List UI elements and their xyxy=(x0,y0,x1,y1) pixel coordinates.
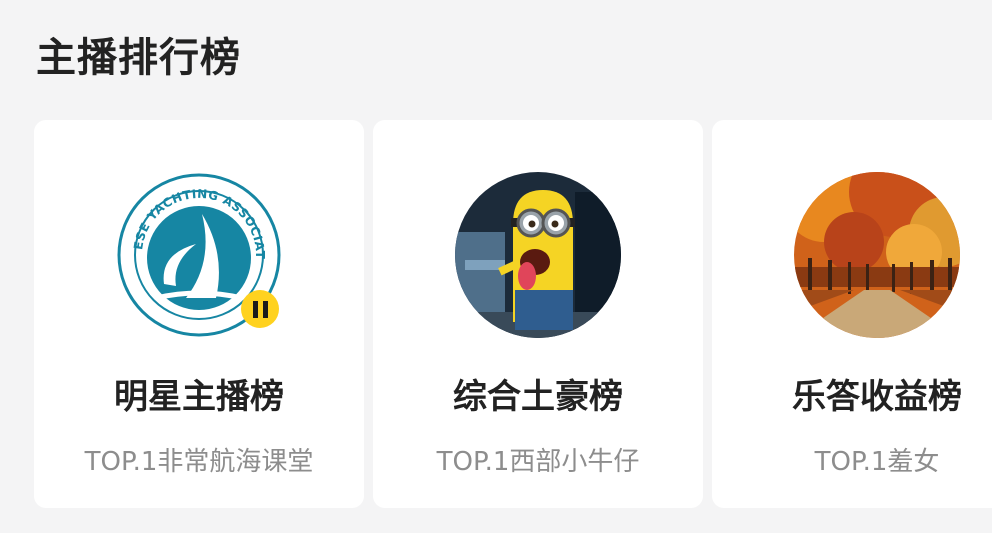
avatar-container xyxy=(455,172,621,338)
avatar-container: CHINESE YACHTING ASSOCIATION xyxy=(116,172,282,338)
ranking-card-rich[interactable]: 综合土豪榜 TOP.1西部小牛仔 xyxy=(373,120,703,508)
ranking-card-list: CHINESE YACHTING ASSOCIATION 明星主播榜 TOP.1… xyxy=(34,120,992,508)
ranking-card-star-host[interactable]: CHINESE YACHTING ASSOCIATION 明星主播榜 TOP.1… xyxy=(34,120,364,508)
minion-avatar-icon xyxy=(455,172,621,338)
ranking-card-answer-income[interactable]: 乐答收益榜 TOP.1羞女 xyxy=(712,120,992,508)
avatar-container xyxy=(794,172,960,338)
autumn-trees-avatar-icon xyxy=(794,172,960,338)
page-title: 主播排行榜 xyxy=(36,35,241,81)
card-top-user: TOP.1西部小牛仔 xyxy=(436,447,640,477)
card-top-user: TOP.1羞女 xyxy=(814,447,940,477)
card-title: 综合土豪榜 xyxy=(453,377,623,417)
card-title: 明星主播榜 xyxy=(114,377,284,417)
avatar-minion xyxy=(455,172,621,338)
avatar-autumn-trees xyxy=(794,172,960,338)
rank-badge-icon xyxy=(241,290,279,328)
card-title: 乐答收益榜 xyxy=(792,377,962,417)
card-top-user: TOP.1非常航海课堂 xyxy=(84,447,314,477)
